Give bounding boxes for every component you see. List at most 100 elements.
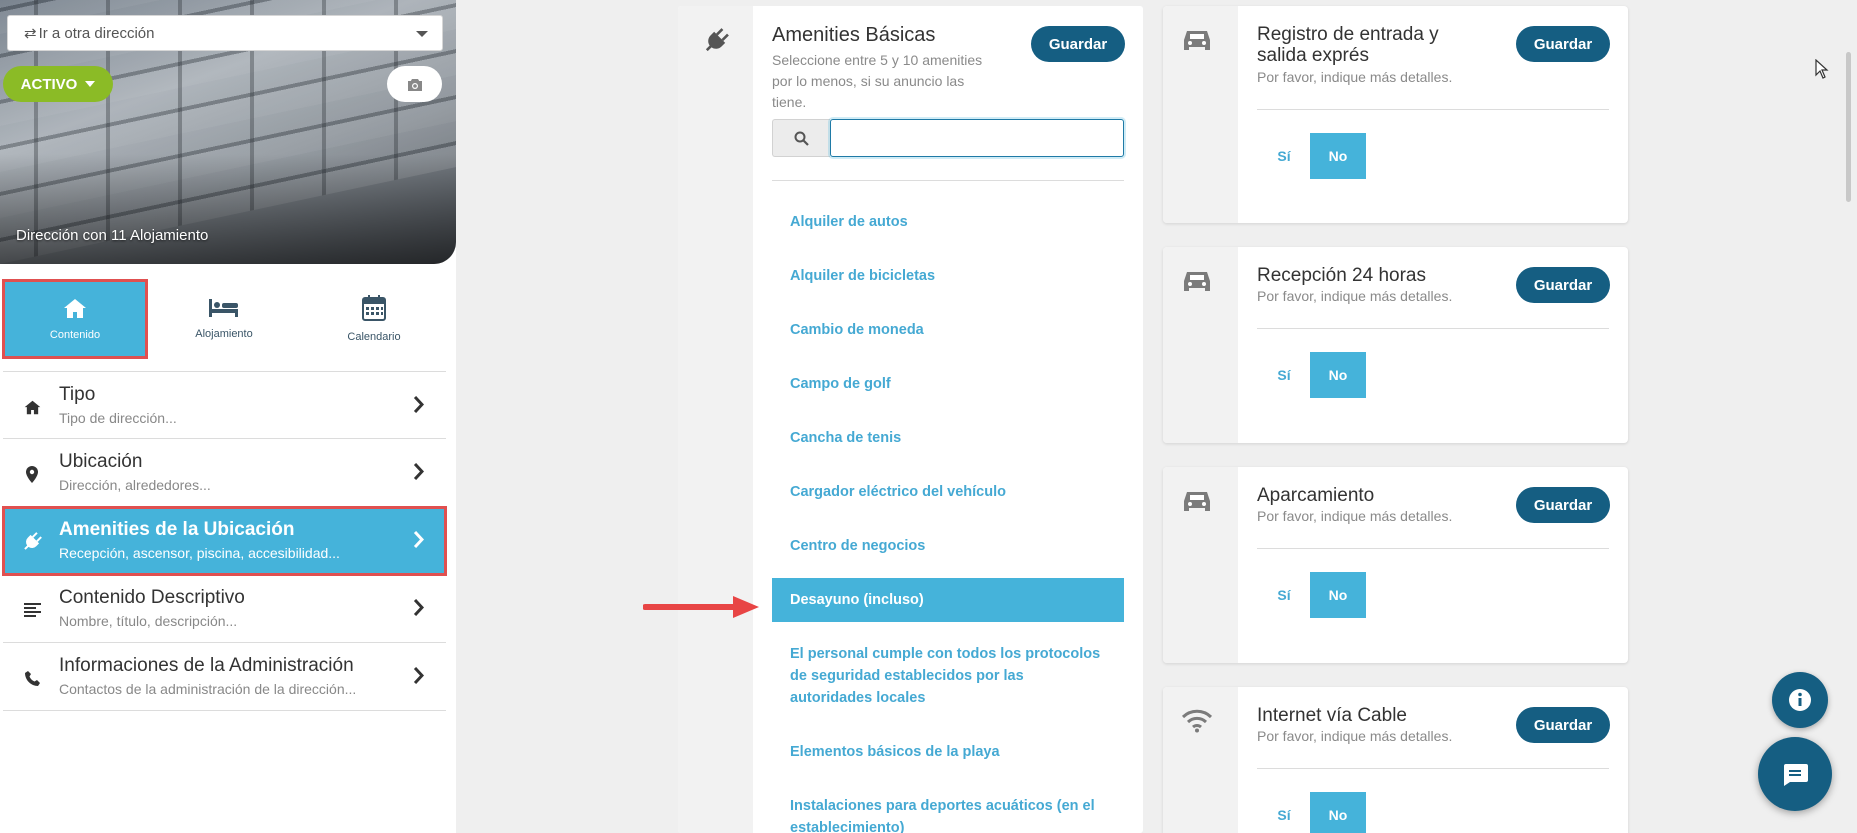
menu-item-title: Informaciones de la Administración <box>59 655 354 676</box>
menu-item-title: Tipo <box>59 384 96 405</box>
search-icon <box>772 119 830 157</box>
amenity-item[interactable]: Alquiler de bicicletas <box>772 265 1124 287</box>
home-icon <box>21 396 43 418</box>
amenity-item[interactable]: Centro de negocios <box>772 535 1124 557</box>
plug-icon <box>705 28 729 52</box>
yes-option[interactable]: Sí <box>1265 133 1303 179</box>
amenity-item[interactable]: Elementos básicos de la playa <box>772 741 1124 763</box>
address-switch-select[interactable]: ⇄ Ir a otra dirección <box>7 15 443 51</box>
cursor-icon <box>1815 59 1829 79</box>
save-button[interactable]: Guardar <box>1516 267 1610 303</box>
feature-card: Recepción 24 horas Por favor, indique má… <box>1163 247 1628 443</box>
menu-item-title: Ubicación <box>59 451 143 472</box>
menu-item-title: Contenido Descriptivo <box>59 587 245 608</box>
save-button[interactable]: Guardar <box>1516 707 1610 743</box>
menu-item-tipo[interactable]: Tipo Tipo de dirección... <box>3 371 446 439</box>
info-button[interactable] <box>1772 672 1828 728</box>
address-switch-label: Ir a otra dirección <box>38 24 155 42</box>
status-dropdown-button[interactable]: ACTIVO <box>3 66 113 102</box>
car-icon <box>1184 492 1210 511</box>
amenity-item[interactable]: Cancha de tenis <box>772 427 1124 449</box>
align-left-icon <box>21 599 43 621</box>
chevron-right-icon <box>413 463 424 480</box>
car-icon <box>1184 31 1210 50</box>
chevron-right-icon <box>413 667 424 684</box>
no-option[interactable]: No <box>1310 133 1366 179</box>
no-option[interactable]: No <box>1310 352 1366 398</box>
menu-item-subtitle: Dirección, alrededores... <box>59 477 211 493</box>
amenity-item[interactable]: Instalaciones para deportes acuáticos (e… <box>772 795 1124 833</box>
card-subtitle: Por favor, indique más detalles. <box>1257 288 1453 304</box>
card-title: Registro de entrada y salida exprés <box>1257 24 1439 66</box>
card-subtitle: Por favor, indique más detalles. <box>1257 69 1453 85</box>
menu-item-subtitle: Tipo de dirección... <box>59 410 177 426</box>
menu-item-ubicacion[interactable]: Ubicación Dirección, alrededores... <box>3 439 446 507</box>
tab-contenido[interactable]: Contenido <box>2 279 148 359</box>
calendar-icon <box>362 295 386 321</box>
chevron-right-icon <box>413 396 424 413</box>
search-input[interactable] <box>830 119 1124 157</box>
tab-alojamiento[interactable]: Alojamiento <box>153 281 295 357</box>
section-tabs: Contenido Alojamiento Calendario <box>0 279 447 361</box>
change-photo-button[interactable] <box>387 66 442 102</box>
property-caption: Dirección con 11 Alojamiento <box>16 227 209 244</box>
yes-option[interactable]: Sí <box>1265 572 1303 618</box>
menu-item-subtitle: Contactos de la administración de la dir… <box>59 681 357 697</box>
save-button[interactable]: Guardar <box>1516 487 1610 523</box>
menu-item-amenities[interactable]: Amenities de la Ubicación Recepción, asc… <box>2 506 447 576</box>
arrow-icon <box>643 596 759 618</box>
amenity-item[interactable]: Alquiler de autos <box>772 211 1124 233</box>
chat-icon <box>1784 764 1808 786</box>
home-icon <box>64 298 86 318</box>
chevron-right-icon <box>413 531 424 548</box>
amenity-item[interactable]: Cambio de moneda <box>772 319 1124 341</box>
card-title: Aparcamiento <box>1257 485 1375 506</box>
feature-card: Aparcamiento Por favor, indique más deta… <box>1163 467 1628 663</box>
tab-alojamiento-label: Alojamiento <box>195 328 253 340</box>
amenities-panel: Amenities Básicas Seleccione entre 5 y 1… <box>678 6 1143 833</box>
amenities-title: Amenities Básicas <box>772 24 936 46</box>
amenity-search <box>772 119 1124 157</box>
tab-contenido-label: Contenido <box>49 328 101 341</box>
divider <box>772 180 1124 181</box>
camera-icon <box>407 78 422 91</box>
save-button[interactable]: Guardar <box>1031 26 1125 62</box>
tab-calendario-label: Calendario <box>347 331 401 343</box>
plug-icon <box>21 531 43 553</box>
amenity-list: Alquiler de autos Alquiler de bicicletas… <box>772 211 1124 833</box>
amenity-item-selected[interactable]: Desayuno (incluso) <box>772 578 1124 622</box>
chevron-down-icon <box>416 31 428 37</box>
property-photo: ⇄ Ir a otra dirección ACTIVO Dirección c… <box>0 0 456 264</box>
car-icon <box>1184 272 1210 291</box>
menu-item-subtitle: Recepción, ascensor, piscina, accesibili… <box>59 545 340 561</box>
yes-option[interactable]: Sí <box>1265 792 1303 833</box>
status-label: ACTIVO <box>20 75 78 93</box>
chat-button[interactable] <box>1758 737 1832 811</box>
menu-item-contenido-descriptivo[interactable]: Contenido Descriptivo Nombre, título, de… <box>3 575 446 643</box>
menu-item-administracion[interactable]: Informaciones de la Administración Conta… <box>3 643 446 711</box>
feature-card: Internet vía Cable Por favor, indique má… <box>1163 687 1628 833</box>
no-option[interactable]: No <box>1310 792 1366 833</box>
menu-item-title: Amenities de la Ubicación <box>59 519 295 540</box>
sidebar: ⇄ Ir a otra dirección ACTIVO Dirección c… <box>0 0 456 833</box>
amenity-item[interactable]: Campo de golf <box>772 373 1124 395</box>
chevron-right-icon <box>413 599 424 616</box>
feature-card: Registro de entrada y salida exprés Por … <box>1163 6 1628 223</box>
wifi-icon <box>1181 709 1213 733</box>
card-subtitle: Por favor, indique más detalles. <box>1257 728 1453 744</box>
amenity-item[interactable]: El personal cumple con todos los protoco… <box>772 643 1124 709</box>
phone-icon <box>21 667 43 689</box>
tab-calendario[interactable]: Calendario <box>303 281 445 357</box>
save-button[interactable]: Guardar <box>1516 26 1610 62</box>
swap-icon: ⇄ <box>24 25 37 42</box>
menu-item-subtitle: Nombre, título, descripción... <box>59 613 238 629</box>
content-menu: Tipo Tipo de dirección... Ubicación Dire… <box>2 371 447 711</box>
amenity-item[interactable]: Cargador eléctrico del vehículo <box>772 481 1124 503</box>
card-title: Recepción 24 horas <box>1257 265 1426 286</box>
bed-icon <box>209 299 238 317</box>
card-subtitle: Por favor, indique más detalles. <box>1257 508 1453 524</box>
amenities-description: Seleccione entre 5 y 10 amenities por lo… <box>772 52 983 110</box>
no-option[interactable]: No <box>1310 572 1366 618</box>
yes-option[interactable]: Sí <box>1265 352 1303 398</box>
scrollbar[interactable] <box>1846 52 1851 202</box>
